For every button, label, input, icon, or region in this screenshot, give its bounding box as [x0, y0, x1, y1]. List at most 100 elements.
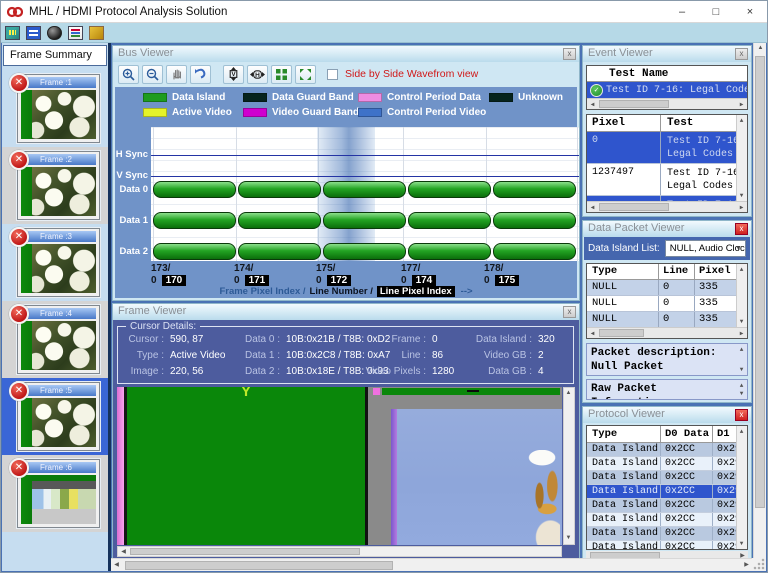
frame-thumbnail-item[interactable]: Frame :3: [2, 224, 108, 301]
frame-summary-tab[interactable]: Frame Summary: [3, 45, 107, 66]
fit-horizontal-icon[interactable]: H: [247, 65, 268, 84]
scroll-right-icon[interactable]: ▶: [741, 560, 752, 571]
raw-packet-scrollbar[interactable]: ▲ ▼: [736, 380, 747, 399]
workspace-layout-icon[interactable]: [5, 26, 20, 40]
protocol-table-vscrollbar[interactable]: ▲ ▼: [736, 426, 747, 549]
scroll-up-icon[interactable]: ▲: [563, 388, 574, 399]
scrollbar-thumb[interactable]: [125, 561, 393, 570]
data-packet-viewer-panel: Data Packet Viewer x Data Island List: N…: [582, 220, 752, 403]
side-by-side-checkbox[interactable]: [327, 69, 338, 80]
test-name-header: Test Name: [587, 66, 747, 82]
data1-segment[interactable]: [493, 212, 576, 229]
frame-viewer-close-icon[interactable]: x: [563, 306, 576, 318]
row-label-vsync: V Sync: [115, 170, 148, 181]
data1-segment[interactable]: [408, 212, 491, 229]
frame-view-horizontal-scrollbar[interactable]: ◀: [117, 546, 562, 557]
protocol-row[interactable]: Data Island0x2CC0x29: [587, 471, 747, 485]
event-viewer-panel: Event Viewer x Test Name ✓ Test ID 7-16:…: [582, 45, 752, 217]
frame-thumbnail-item[interactable]: Frame :4: [2, 301, 108, 378]
data0-segment[interactable]: [153, 181, 236, 198]
zoom-in-icon[interactable]: [118, 65, 139, 84]
data2-segment[interactable]: [153, 243, 236, 260]
protocol-row[interactable]: Data Island0x2CC0x29: [587, 541, 747, 550]
packet-row[interactable]: NULL0335: [587, 280, 747, 296]
protocol-viewer-close-icon[interactable]: x: [735, 409, 748, 421]
zoom-out-icon[interactable]: [142, 65, 163, 84]
protocol-row[interactable]: Data Island0x2CC0x29: [587, 499, 747, 513]
bus-viewer-close-icon[interactable]: x: [563, 48, 576, 60]
axis-caption: Frame Pixel Index /Line Number /Line Pix…: [115, 286, 577, 297]
main-vertical-scrollbar[interactable]: ▲ ▼: [753, 43, 766, 571]
binary-view-icon[interactable]: [26, 26, 41, 40]
frame-label: Frame :1: [28, 77, 96, 88]
pixel-test-row[interactable]: 1237497 Test ID 7-16: Legal Codes: [587, 164, 747, 196]
undo-icon[interactable]: [190, 65, 211, 84]
test-table-hscrollbar[interactable]: ◀ ▶: [587, 98, 747, 109]
frame-thumbnail-item[interactable]: Frame :2: [2, 147, 108, 224]
packet-table-vscrollbar[interactable]: ▲ ▼: [736, 264, 747, 327]
scrollbar-thumb[interactable]: [755, 56, 765, 508]
scrollbar-thumb[interactable]: [130, 548, 360, 555]
packet-row[interactable]: NULL0335: [587, 296, 747, 312]
minimize-button[interactable]: –: [665, 1, 699, 22]
data1-segment[interactable]: [238, 212, 321, 229]
test-name-row[interactable]: ✓ Test ID 7-16: Legal Codes: [587, 82, 747, 99]
bus-viewer-title: Bus Viewer x: [113, 46, 579, 62]
protocol-row[interactable]: Data Island0x2CC0x29: [587, 457, 747, 471]
data0-segment[interactable]: [238, 181, 321, 198]
main-horizontal-scrollbar[interactable]: ◀ ▶: [111, 558, 752, 571]
pixel-test-row[interactable]: 0 Test ID 7-16: Legal Codes: [587, 132, 747, 164]
packet-table-hscrollbar[interactable]: ◀ ▶: [587, 327, 747, 338]
data2-segment[interactable]: [323, 243, 406, 260]
data2-segment[interactable]: [493, 243, 576, 260]
data0-segment[interactable]: [323, 181, 406, 198]
frame-image: [21, 90, 96, 139]
data2-segment[interactable]: [238, 243, 321, 260]
report-icon[interactable]: [68, 26, 83, 40]
frame-pixel-view[interactable]: Y: [117, 387, 562, 545]
event-viewer-close-icon[interactable]: x: [735, 48, 748, 60]
frame-error-icon: [9, 73, 29, 93]
pixel-table-vscrollbar[interactable]: ▲ ▼: [736, 115, 747, 201]
protocol-row[interactable]: Data Island0x2CC0x29: [587, 527, 747, 541]
data-packet-viewer-close-icon[interactable]: x: [735, 223, 748, 235]
frame-thumbnail-item[interactable]: Frame :1: [2, 70, 108, 147]
bus-viewer-panel: Bus Viewer x V H Side by Side Wavefrom v…: [112, 45, 580, 301]
frame-thumbnail-item[interactable]: Frame :5: [2, 378, 108, 455]
scroll-left-icon[interactable]: ◀: [111, 560, 122, 571]
protocol-row[interactable]: Data Island0x2CC0x29: [587, 485, 747, 499]
cursor-detail-field: Line :86: [362, 350, 454, 366]
packet-row[interactable]: NULL0335: [587, 312, 747, 328]
frame-label: Frame :3: [28, 231, 96, 242]
scroll-left-icon[interactable]: ◀: [118, 547, 129, 558]
fit-vertical-icon[interactable]: V: [223, 65, 244, 84]
tools-icon[interactable]: [89, 26, 104, 40]
protocol-row[interactable]: Data Island0x2CC0x29: [587, 513, 747, 527]
test-pass-icon: ✓: [590, 84, 603, 97]
scroll-down-icon[interactable]: ▼: [563, 533, 574, 544]
expand-view-icon[interactable]: [295, 65, 316, 84]
data-island-list-dropdown[interactable]: NULL, Audio Clock ▼: [665, 240, 746, 257]
waveform-plot[interactable]: [151, 127, 579, 261]
close-button[interactable]: ×: [733, 1, 767, 22]
data1-segment[interactable]: [323, 212, 406, 229]
tile-view-icon[interactable]: [271, 65, 292, 84]
frame-thumbnail-item[interactable]: Frame :6: [2, 455, 108, 532]
frame-view-vertical-scrollbar[interactable]: ▲ ▼: [563, 387, 575, 545]
svg-text:V: V: [231, 71, 236, 78]
scroll-up-icon[interactable]: ▲: [755, 43, 766, 54]
data2-segment[interactable]: [408, 243, 491, 260]
pan-hand-icon[interactable]: [166, 65, 187, 84]
data0-segment[interactable]: [408, 181, 491, 198]
resize-grip[interactable]: [752, 558, 766, 571]
legend-swatch: [358, 108, 382, 117]
data1-segment[interactable]: [153, 212, 236, 229]
description-scrollbar[interactable]: ▲ ▼: [736, 344, 747, 375]
pixel-table-hscrollbar[interactable]: ◀ ▶: [587, 201, 747, 212]
data0-segment[interactable]: [493, 181, 576, 198]
protocol-row[interactable]: Data Island0x2CC0x29: [587, 443, 747, 457]
maximize-button[interactable]: □: [699, 1, 733, 22]
side-by-side-label: Side by Side Wavefrom view: [345, 68, 478, 80]
capture-icon[interactable]: [47, 26, 62, 40]
frame-image: [21, 167, 96, 216]
